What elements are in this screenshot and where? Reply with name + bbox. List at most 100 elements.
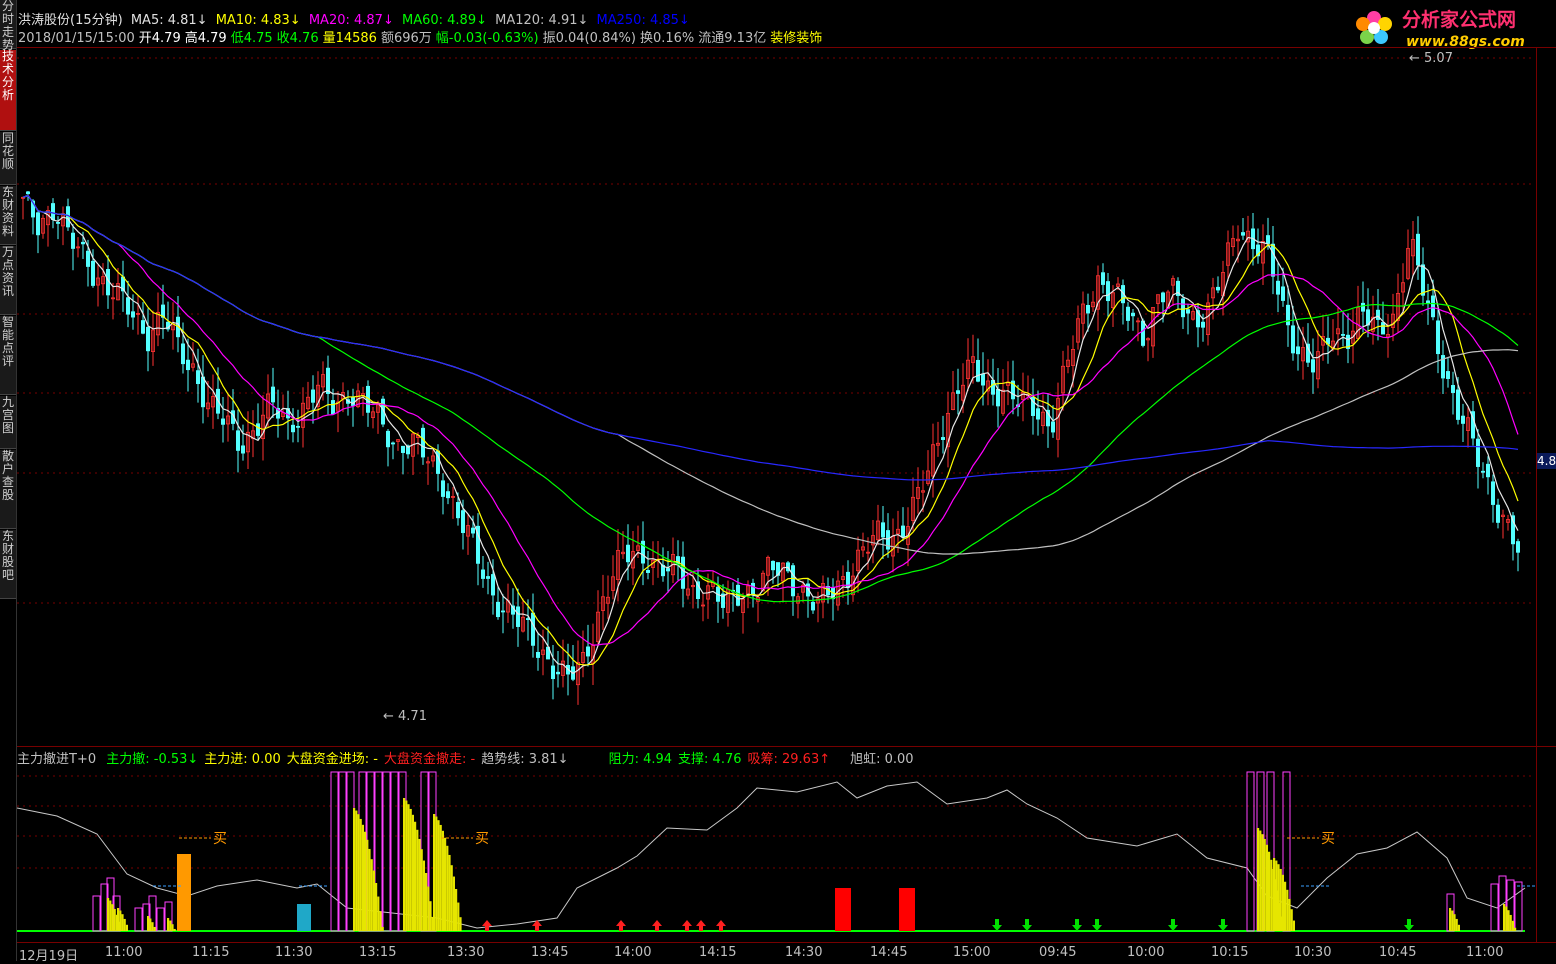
magenta-column: [92, 895, 101, 932]
yellow-bar: [359, 818, 362, 931]
candle-body: [1241, 232, 1246, 236]
down-arrow-icon: [992, 919, 1002, 931]
sidebar-tab-5[interactable]: 智能点评: [0, 316, 16, 395]
yellow-bar: [1507, 910, 1510, 931]
yellow-bar: [121, 914, 124, 931]
candle-body: [385, 430, 390, 448]
yellow-bar: [457, 902, 460, 931]
yellow-bar: [1290, 909, 1293, 931]
candle-body: [131, 311, 136, 318]
quote-item-11: 装修装饰: [770, 31, 823, 46]
down-arrow-icon: [1072, 919, 1082, 931]
yellow-bar: [427, 886, 430, 931]
yellow-bar: [459, 917, 462, 931]
sidebar-tab-7[interactable]: 散户查股: [0, 450, 16, 529]
yellow-bar: [1514, 927, 1517, 931]
up-arrow-icon: [696, 920, 706, 931]
quote-item-2: 高4.79: [184, 31, 227, 46]
ma-value-4: MA120: 4.91↓: [495, 13, 593, 28]
candle-body: [1291, 325, 1296, 354]
yellow-bar: [368, 848, 371, 931]
signal-block: [899, 888, 915, 931]
candle-body: [145, 326, 150, 352]
price-chart[interactable]: ← 5.07 ← 4.71: [17, 48, 1535, 746]
ma-value-0: MA5: 4.81↓: [130, 13, 212, 28]
sidebar-tab-8[interactable]: 东财股吧: [0, 530, 16, 599]
yellow-bar: [455, 889, 458, 931]
candle-body: [195, 370, 200, 385]
time-label: 13:30: [447, 945, 485, 960]
time-label: 11:00: [105, 945, 143, 960]
yellow-bar: [149, 918, 152, 931]
quote-item-10: 流通9.13亿: [698, 31, 767, 46]
indicator-item-7: 吸筹: 29.63↑: [747, 752, 831, 767]
yellow-bar: [364, 831, 367, 931]
yellow-bar: [1453, 914, 1456, 931]
candle-body: [71, 232, 76, 249]
magenta-column: [382, 771, 391, 932]
yellow-bar: [173, 928, 176, 931]
candle-body: [515, 606, 520, 627]
candles: [21, 190, 1521, 705]
yellow-bar: [416, 829, 419, 931]
time-label: 10:00: [1127, 945, 1165, 960]
yellow-bar: [167, 918, 170, 931]
yellow-bar: [441, 830, 444, 931]
candle-body: [531, 612, 536, 646]
up-arrow-icon: [482, 920, 492, 931]
time-label: 11:00: [1466, 945, 1504, 960]
time-axis: 12月19日 11:00 11:15 11:30 13:15 13:30 13:45 14:0…: [17, 942, 1556, 964]
indicator-bars: [92, 771, 1523, 932]
candle-body: [751, 582, 756, 595]
candle-body: [1341, 334, 1346, 336]
candle-body: [1186, 309, 1191, 314]
quote-header: 2018/01/15/15:00 开4.79 高4.79 低4.75 收4.76 量145…: [18, 27, 826, 46]
ma-value-2: MA20: 4.87↓: [308, 13, 398, 28]
ma20-line: [22, 194, 1519, 646]
yellow-bar: [1284, 881, 1287, 931]
yellow-bar: [1288, 898, 1291, 931]
candle-body: [91, 260, 96, 286]
candle-body: [1421, 264, 1426, 296]
candle-body: [1181, 298, 1186, 318]
candle-body: [1381, 322, 1386, 335]
indicator-chart[interactable]: 买买买: [17, 768, 1535, 940]
time-label: 14:45: [870, 945, 908, 960]
candle-body: [941, 437, 946, 440]
sidebar-tab-1[interactable]: 技术分析: [0, 50, 16, 131]
candle-body: [1266, 235, 1271, 244]
price-axis: [1536, 48, 1556, 942]
magenta-column: [134, 907, 143, 932]
candle-body: [440, 480, 445, 497]
stock-title: 洪涛股份(15分钟): [18, 13, 123, 28]
yellow-bar: [1451, 910, 1454, 931]
candle-body: [470, 527, 475, 534]
ma10-line: [22, 194, 1519, 666]
candle-body: [586, 646, 591, 657]
sidebar-tab-3[interactable]: 东财资料: [0, 186, 16, 245]
candle-body: [771, 560, 776, 571]
sidebar-tab-6[interactable]: 九宫图: [0, 396, 16, 449]
time-label: 11:15: [192, 945, 230, 960]
yellow-bar: [446, 845, 449, 931]
indicator-item-4: 趋势线: 3.81↓: [481, 752, 569, 767]
sidebar-tab-0[interactable]: 分时走势: [0, 0, 16, 52]
candle-body: [666, 568, 671, 572]
magenta-column: [330, 771, 339, 932]
yellow-bar: [407, 804, 410, 931]
candle-body: [1491, 481, 1496, 505]
yellow-bar: [1268, 851, 1271, 931]
candle-body: [1276, 280, 1281, 295]
candle-body: [400, 445, 405, 453]
candle-body: [1461, 415, 1466, 424]
time-label: 10:15: [1211, 945, 1249, 960]
candle-body: [455, 502, 460, 519]
yellow-bar: [448, 854, 451, 931]
sidebar-tab-4[interactable]: 万点资讯: [0, 246, 16, 315]
sidebar-tab-2[interactable]: 同花顺: [0, 132, 16, 185]
candle-body: [25, 191, 30, 195]
yellow-bar: [171, 924, 174, 931]
candle-body: [390, 442, 395, 445]
yellow-bar: [357, 814, 360, 931]
candle-body: [1446, 371, 1451, 379]
